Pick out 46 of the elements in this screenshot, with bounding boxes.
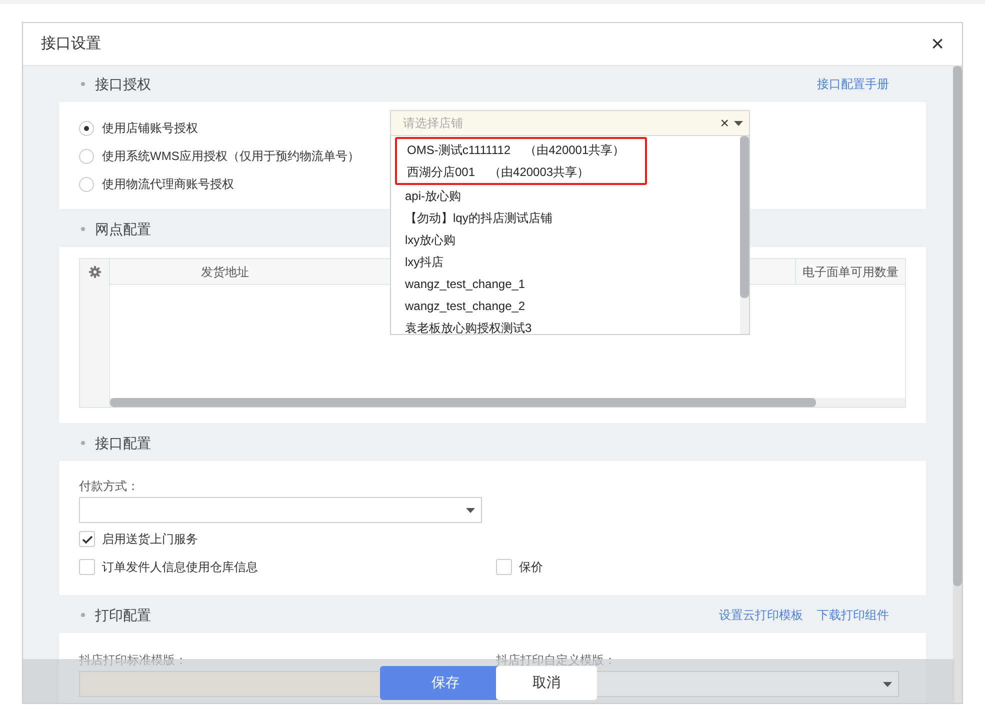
dropdown-scrollbar[interactable] — [740, 136, 749, 334]
checkbox[interactable] — [79, 531, 95, 547]
dropdown-option[interactable]: OMS-测试c1111112 （由420001共享） — [397, 139, 645, 161]
dropdown-option[interactable]: 【勿动】lqy的抖店测试店铺 — [395, 207, 740, 229]
dialog-title: 接口设置 — [41, 34, 101, 54]
dropdown-option[interactable]: lxy放心购 — [395, 229, 740, 251]
field-label: 付款方式： — [79, 478, 140, 495]
checkbox-label: 启用送货上门服务 — [102, 531, 198, 548]
radio-label: 使用系统WMS应用授权（仅用于预约物流单号） — [102, 148, 360, 165]
column-header: 电子面单可用数量 — [795, 259, 905, 284]
dropdown-option[interactable]: lxy抖店 — [395, 251, 740, 273]
scrollbar[interactable] — [953, 66, 962, 703]
field-label: 抖店打印标准模版： — [79, 652, 188, 669]
checkbox[interactable] — [79, 559, 95, 575]
radio-label: 使用物流代理商账号授权 — [102, 176, 234, 193]
cancel-button[interactable]: 取消 — [496, 666, 597, 700]
radio-button[interactable] — [79, 120, 94, 136]
radio-button[interactable] — [79, 148, 94, 164]
section-title: 接口授权 — [95, 74, 151, 94]
dropdown-option[interactable]: 西湖分店001 （由420003共享） — [397, 161, 645, 183]
section-title: 网点配置 — [95, 220, 151, 238]
checkbox[interactable] — [496, 559, 512, 575]
payment-select[interactable] — [79, 497, 482, 523]
template-select[interactable] — [79, 671, 379, 697]
dropdown-option[interactable]: 袁老板放心购授权测试3 — [395, 317, 740, 334]
column-header: 发货地址 — [200, 264, 250, 280]
template-select[interactable] — [597, 671, 899, 697]
radio-button[interactable] — [79, 176, 94, 192]
clear-button[interactable]: × — [720, 116, 729, 130]
dropdown-option[interactable]: api-放心购 — [395, 185, 740, 207]
dropdown-option[interactable]: wangz_test_change_2 — [395, 295, 740, 317]
radio-label: 使用店铺账号授权 — [102, 120, 198, 137]
shop-select[interactable]: 请选择店铺 × — [390, 110, 750, 136]
close-button[interactable]: × — [931, 33, 944, 55]
check-icon — [82, 534, 92, 544]
settings-icon[interactable] — [88, 266, 100, 278]
horizontal-scrollbar[interactable] — [110, 398, 905, 407]
caret-down-icon — [466, 508, 475, 512]
caret-down-icon — [734, 120, 743, 126]
dropdown-option[interactable]: wangz_test_change_1 — [395, 273, 740, 295]
placeholder-text: 请选择店铺 — [403, 115, 463, 132]
caret-down-icon — [883, 682, 892, 686]
section-title: 打印配置 — [95, 606, 151, 624]
section-title: 接口配置 — [95, 434, 151, 452]
checkbox-label: 订单发件人信息使用仓库信息 — [102, 559, 258, 576]
checkbox-label: 保价 — [519, 559, 543, 576]
